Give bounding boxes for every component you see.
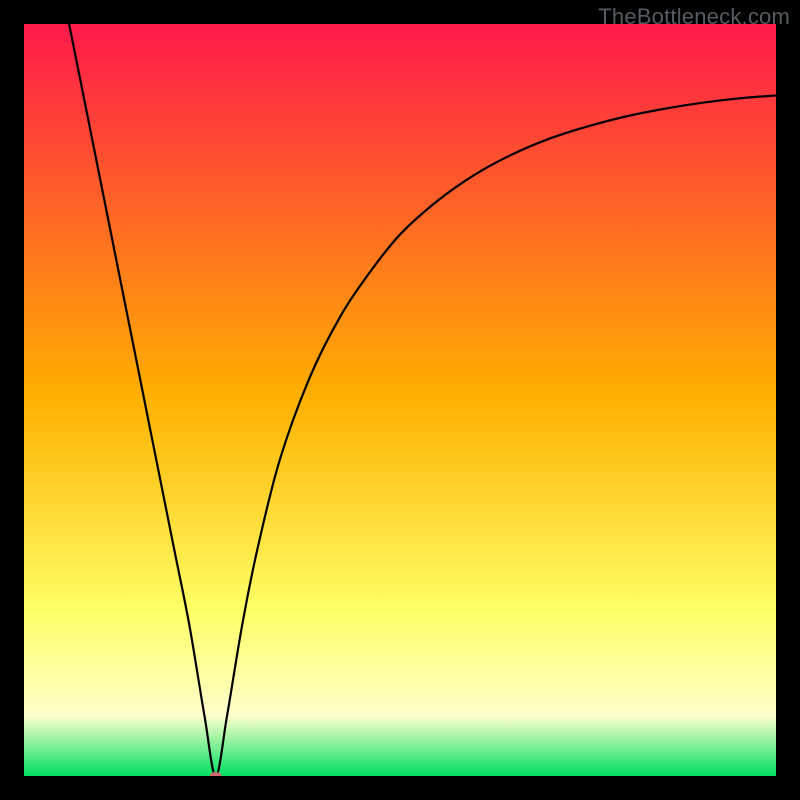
gradient-background	[24, 24, 776, 776]
watermark-text: TheBottleneck.com	[598, 4, 790, 30]
chart-frame	[24, 24, 776, 776]
bottleneck-chart	[24, 24, 776, 776]
